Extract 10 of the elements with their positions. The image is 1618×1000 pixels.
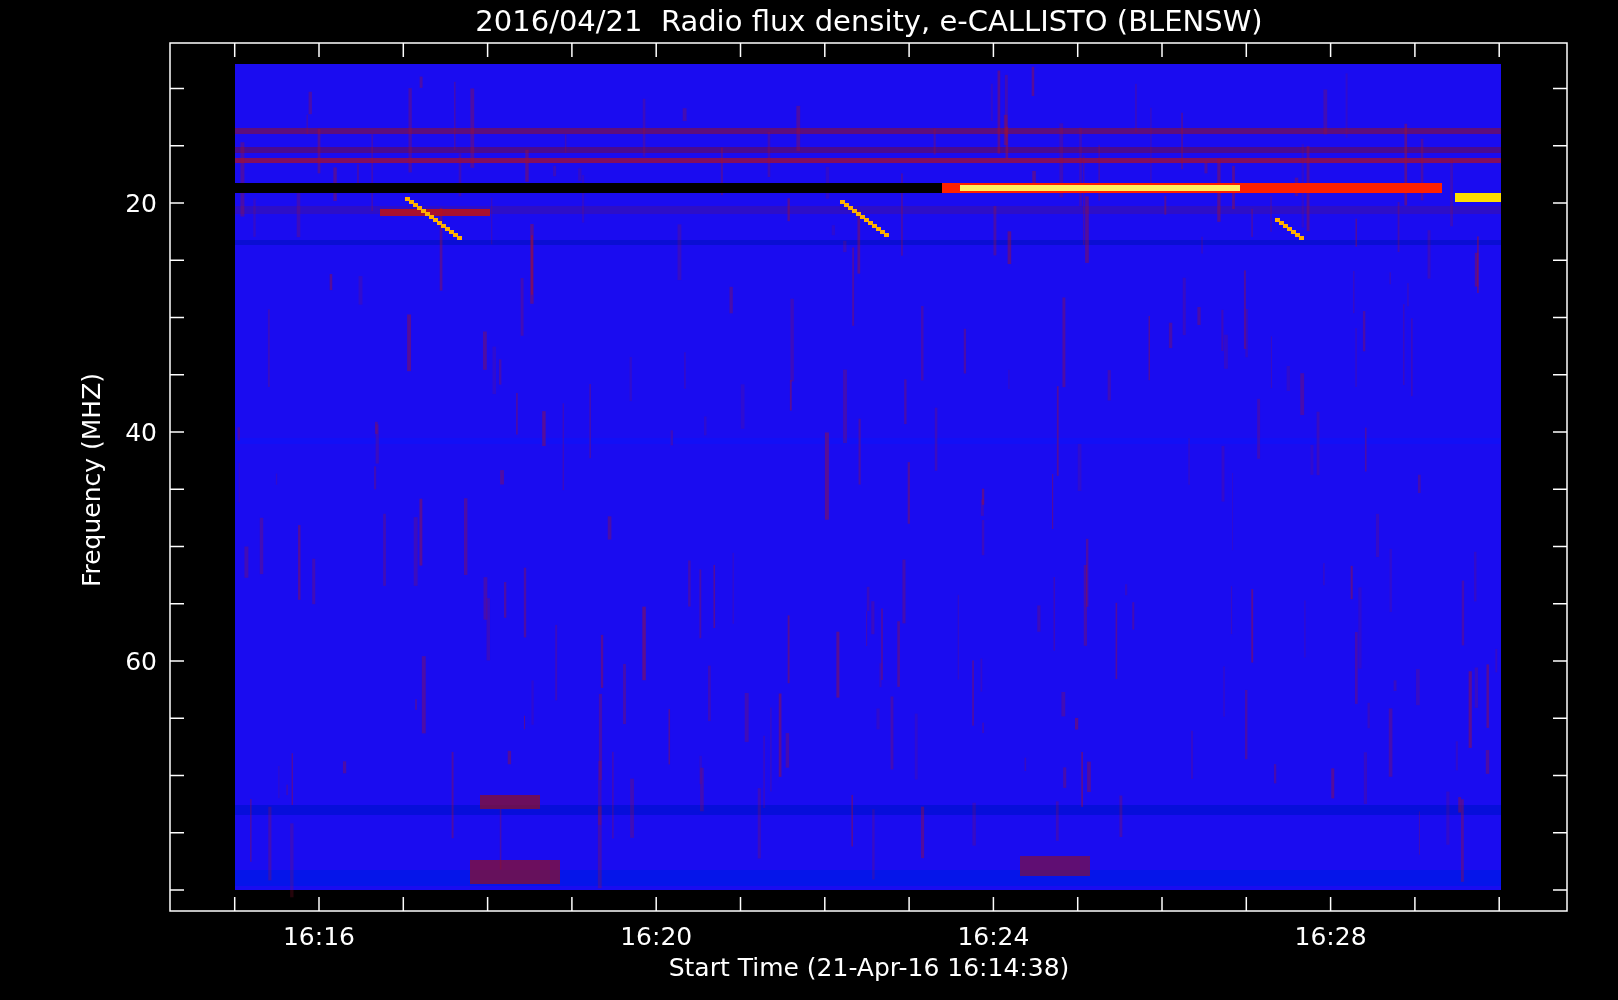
y-tick-label: 20 [125, 189, 157, 218]
y-axis-label: Frequency (MHZ) [77, 372, 106, 588]
x-tick-label: 16:24 [957, 922, 1030, 951]
x-tick-label: 16:16 [283, 922, 355, 951]
y-tick-label: 60 [125, 647, 157, 676]
plot-title: 2016/04/21 Radio flux density, e-CALLISTO (BLENSW) [475, 4, 1263, 38]
x-tick-label: 16:20 [620, 922, 693, 951]
x-axis-label: Start Time (21-Apr-16 16:14:38) [668, 953, 1070, 982]
y-tick-label: 40 [125, 418, 157, 447]
x-tick-label: 16:28 [1294, 922, 1367, 951]
